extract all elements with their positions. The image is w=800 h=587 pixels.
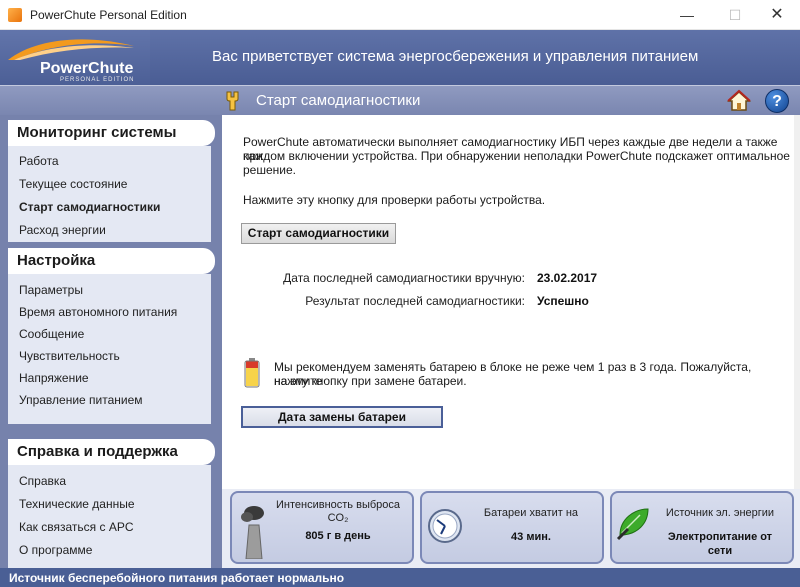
nav-panel-settings: Параметры Время автономного питания Сооб…: [8, 274, 211, 424]
wrench-icon: [226, 91, 239, 111]
nav-group-settings: Настройка: [8, 248, 215, 274]
sidebar-item-work[interactable]: Работа: [19, 154, 59, 168]
co2-panel: Интенсивность выброса CO₂ 805 г в день: [230, 491, 414, 564]
right-edge: [794, 115, 800, 489]
battery-note-line2: на эту кнопку при замене батареи.: [274, 374, 467, 388]
nav-panel-monitoring: Работа Текущее состояние Старт самодиагн…: [8, 146, 211, 242]
power-source-panel: Источник эл. энергии Электропитание от с…: [610, 491, 794, 564]
sidebar-item-current-state[interactable]: Текущее состояние: [19, 177, 127, 191]
nav-panel-help: Справка Технические данные Как связаться…: [8, 465, 211, 568]
main-content: PowerChute автоматически выполняет самод…: [222, 115, 794, 489]
minimize-button[interactable]: —: [664, 0, 710, 30]
runtime-value: 43 мин.: [511, 531, 551, 543]
logo-text: PowerChute: [40, 60, 134, 77]
sidebar-item-about[interactable]: О программе: [19, 543, 92, 557]
sidebar-item-voltage[interactable]: Напряжение: [19, 371, 89, 385]
clock-icon: [428, 509, 462, 543]
help-icon[interactable]: ?: [765, 89, 789, 113]
sidebar-item-runtime[interactable]: Время автономного питания: [19, 305, 177, 319]
home-icon[interactable]: [727, 89, 751, 113]
intro-text-line2: каждом включении устройства. При обнаруж…: [243, 149, 790, 163]
window-title: PowerChute Personal Edition: [30, 8, 187, 22]
header-banner: PowerChute PERSONAL EDITION Вас приветст…: [0, 30, 800, 85]
power-plant-icon: [241, 506, 264, 559]
sidebar-item-self-test[interactable]: Старт самодиагностики: [19, 200, 160, 214]
runtime-panel: Батареи хватит на 43 мин.: [420, 491, 604, 564]
logo-swoosh-icon: [8, 39, 134, 60]
welcome-text: Вас приветствует система энергосбережени…: [212, 48, 699, 65]
sidebar-item-parameters[interactable]: Параметры: [19, 283, 83, 297]
page-title: Старт самодиагностики: [256, 92, 421, 109]
app-icon: [8, 8, 22, 22]
sidebar-item-tech-data[interactable]: Технические данные: [19, 497, 135, 511]
prompt-text: Нажмите эту кнопку для проверки работы у…: [243, 193, 546, 207]
co2-label-line1: Интенсивность выброса: [276, 499, 400, 511]
status-panels: Интенсивность выброса CO₂ 805 г в день Б…: [222, 489, 800, 568]
sidebar-item-help[interactable]: Справка: [19, 474, 66, 488]
co2-value: 805 г в день: [305, 530, 371, 542]
logo-subtitle: PERSONAL EDITION: [60, 77, 135, 83]
battery-replacement-date-button[interactable]: Дата замены батареи: [241, 406, 443, 428]
runtime-label: Батареи хватит на: [483, 507, 579, 519]
power-source-value-line1: Электропитание от: [667, 531, 773, 543]
last-manual-test-value: 23.02.2017: [537, 271, 598, 285]
status-bar: Источник бесперебойного питания работает…: [0, 568, 800, 587]
nav-group-help: Справка и поддержка: [8, 439, 215, 465]
powerchute-logo: PowerChute PERSONAL EDITION: [0, 30, 150, 85]
sidebar-item-contact-apc[interactable]: Как связаться с APC: [19, 520, 134, 534]
last-manual-test-label: Дата последней самодиагностики вручную:: [283, 271, 525, 285]
battery-icon: [244, 358, 260, 388]
start-self-test-button[interactable]: Старт самодиагностики: [241, 223, 396, 244]
title-bar: PowerChute Personal Edition — ☐ ✕: [0, 0, 800, 30]
close-button[interactable]: ✕: [754, 0, 800, 30]
sidebar-item-power-management[interactable]: Управление питанием: [19, 393, 143, 407]
last-result-label: Результат последней самодиагностики:: [305, 294, 525, 308]
power-source-value-line2: сети: [707, 545, 733, 557]
plug-leaf-icon: [616, 508, 649, 541]
intro-text-line3: решение.: [243, 163, 296, 177]
sidebar: Мониторинг системы Работа Текущее состоя…: [0, 115, 222, 568]
sidebar-item-message[interactable]: Сообщение: [19, 327, 84, 341]
section-header: Старт самодиагностики ?: [0, 85, 800, 115]
sidebar-item-sensitivity[interactable]: Чувствительность: [19, 349, 120, 363]
nav-group-monitoring: Мониторинг системы: [8, 120, 215, 146]
sidebar-item-energy-usage[interactable]: Расход энергии: [19, 223, 106, 237]
co2-label-line2: CO₂: [327, 512, 349, 524]
last-result-value: Успешно: [537, 294, 589, 308]
maximize-button[interactable]: ☐: [712, 0, 758, 30]
power-source-label: Источник эл. энергии: [665, 507, 775, 519]
